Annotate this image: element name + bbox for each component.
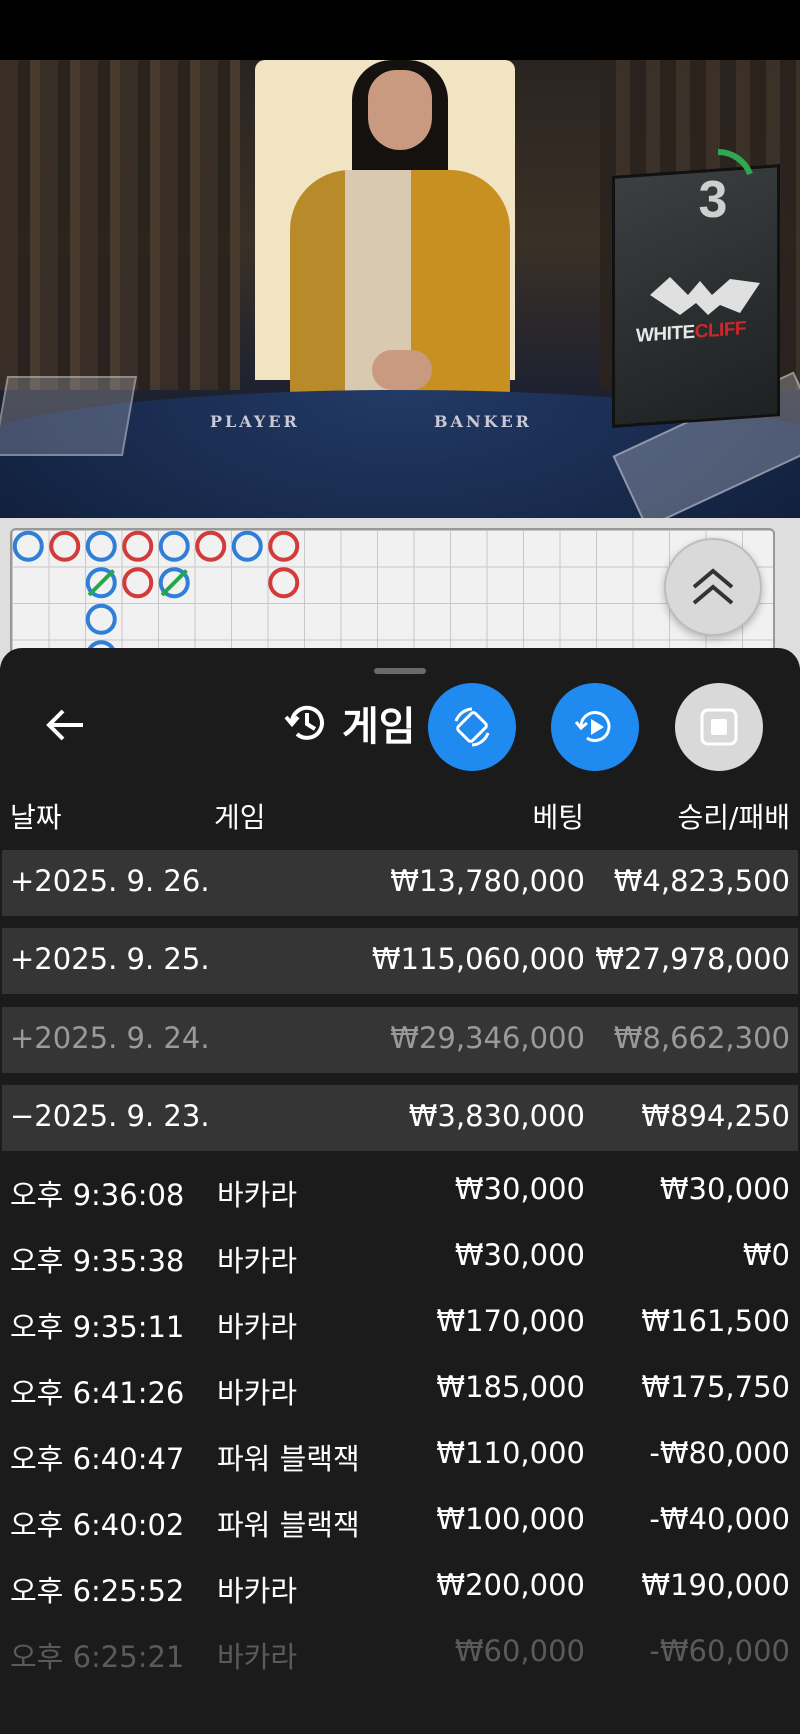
stop-icon: [700, 708, 738, 746]
column-game: 게임: [214, 801, 266, 834]
whitecliff-logo-icon: [650, 277, 760, 315]
game-history-sheet: 게임 날짜 게임 베팅 승리/패배 +2025. 9. 26. ₩13,780,…: [0, 648, 800, 1734]
sheet-title: 게임: [284, 690, 416, 756]
status-bar: [0, 0, 800, 60]
transaction-row[interactable]: 오후 6:25:52 바카라 ₩200,000 ₩190,000: [0, 1554, 800, 1620]
chevron-double-up-icon: [692, 568, 734, 605]
day-row-2025-09-25[interactable]: +2025. 9. 25. ₩115,060,000 ₩27,978,000: [2, 928, 798, 994]
rotate-screen-button[interactable]: [428, 683, 516, 771]
transaction-row[interactable]: 오후 6:40:47 파워 블랙잭 ₩110,000 -₩80,000: [0, 1422, 800, 1488]
player-bead: [85, 603, 117, 635]
player-bead: [85, 530, 117, 562]
transaction-row[interactable]: 오후 9:35:11 바카라 ₩170,000 ₩161,500: [0, 1290, 800, 1356]
player-table-label: PLAYER: [210, 412, 300, 431]
sheet-drag-handle[interactable]: [374, 668, 426, 674]
transaction-row[interactable]: 오후 9:35:38 바카라 ₩30,000 ₩0: [0, 1224, 800, 1290]
column-date: 날짜: [10, 801, 62, 834]
banker-table-label: BANKER: [434, 412, 532, 431]
player-bead: [231, 530, 263, 562]
transaction-row[interactable]: 오후 6:40:02 파워 블랙잭 ₩100,000 -₩40,000: [0, 1488, 800, 1554]
banker-bead: [122, 530, 154, 562]
banker-bead: [122, 567, 154, 599]
live-video[interactable]: PLAYER BANKER WHITECLIFF 3: [0, 60, 800, 518]
stop-button[interactable]: [675, 683, 763, 771]
transaction-row[interactable]: 오후 6:41:26 바카라 ₩185,000 ₩175,750: [0, 1356, 800, 1422]
bead-road: [12, 530, 300, 668]
banker-bead: [268, 530, 300, 562]
banker-bead: [268, 567, 300, 599]
day-row-2025-09-26[interactable]: +2025. 9. 26. ₩13,780,000 ₩4,823,500: [2, 850, 798, 916]
arrow-left-icon: [46, 709, 83, 741]
dealer: [290, 60, 510, 400]
day-row-2025-09-23[interactable]: −2025. 9. 23. ₩3,830,000 ₩894,250: [2, 1085, 798, 1151]
banker-bead: [49, 530, 81, 562]
player-bead: [158, 530, 190, 562]
banker-bead: [195, 530, 227, 562]
curtain-left: [0, 60, 240, 390]
history-table-header: 날짜 게임 베팅 승리/패배: [0, 796, 800, 838]
replay-button[interactable]: [551, 683, 639, 771]
day-row-2025-09-24[interactable]: +2025. 9. 24. ₩29,346,000 ₩8,662,300: [2, 1007, 798, 1073]
countdown-timer: 3: [698, 171, 728, 229]
transaction-row[interactable]: 오후 6:25:21 바카라 ₩60,000 -₩60,000: [0, 1620, 800, 1686]
rotate-phone-icon: [454, 707, 490, 747]
player-bead: [12, 530, 44, 562]
expand-up-button[interactable]: [664, 538, 762, 636]
transaction-row[interactable]: 오후 9:36:08 바카라 ₩30,000 ₩30,000: [0, 1158, 800, 1224]
replay-icon: [574, 711, 611, 742]
page-title: 게임: [342, 704, 416, 750]
card-tray: [0, 376, 138, 456]
column-result: 승리/패배: [677, 801, 790, 834]
back-button[interactable]: [38, 698, 92, 752]
column-bet: 베팅: [532, 801, 584, 834]
history-icon: [284, 705, 324, 740]
